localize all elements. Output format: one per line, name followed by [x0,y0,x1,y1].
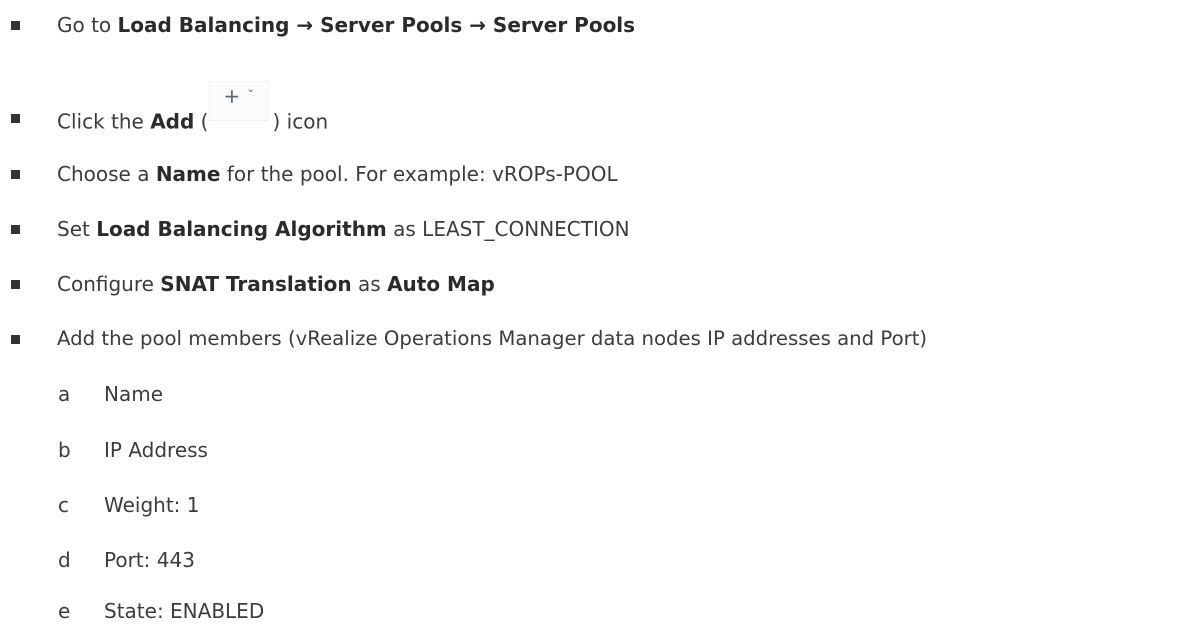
substep-letter: b [58,438,71,462]
step-text-segment: for the pool. For example: vROPs-POOL [220,162,618,186]
step-text-bold: SNAT Translation [160,272,352,296]
substep-letter: d [58,548,71,572]
step-text: Choose a Name for the pool. For example:… [57,159,618,189]
step-text-segment: Set [57,217,97,241]
step-text-segment: as [351,272,388,296]
step-text: Click the Add (+ ⌄) icon [57,81,329,143]
step-text-bold: Load Balancing Algorithm [96,217,387,241]
bullet-icon [11,114,20,123]
plus-icon: + [223,84,241,108]
substep-text: State: ENABLED [104,599,265,623]
step-text-bold: Load Balancing → Server Pools → Server P… [117,13,636,37]
bullet-icon [11,21,20,30]
chevron-down-icon: ⌄ [246,84,255,95]
bullet-icon [11,335,20,344]
step-text: Configure SNAT Translation as Auto Map [57,269,495,299]
substep-text: Name [104,382,164,406]
substep-text: Weight: 1 [104,493,200,517]
step-text-bold: Name [155,162,221,186]
add-icon: + ⌄ [208,81,269,121]
substep-letter: e [58,599,71,623]
step-text-segment: ( [194,109,209,134]
bullet-icon [11,225,20,234]
step-text-segment: Choose a [57,162,156,186]
step-text-segment: Click the [57,109,151,134]
step-text: Set Load Balancing Algorithm as LEAST_CO… [57,214,630,244]
bullet-icon [11,280,20,289]
substep-text: IP Address [104,438,208,462]
document-body: Go to Load Balancing → Server Pools → Se… [0,0,1199,630]
substep-letter: a [58,382,71,406]
step-text-segment: as LEAST_CONNECTION [386,217,630,241]
step-text-segment: Configure [57,272,161,296]
step-text-bold: Auto Map [387,272,495,296]
bullet-icon [11,170,20,179]
substep-text: Port: 443 [104,548,195,572]
step-text-segment: ) icon [272,109,329,134]
step-text-bold: Add [150,109,195,134]
step-text-segment: Add the pool members (vRealize Operation… [57,327,928,350]
step-text: Add the pool members (vRealize Operation… [57,324,927,354]
step-text-segment: Go to [57,13,118,37]
step-text: Go to Load Balancing → Server Pools → Se… [57,10,635,40]
substep-letter: c [58,493,69,517]
